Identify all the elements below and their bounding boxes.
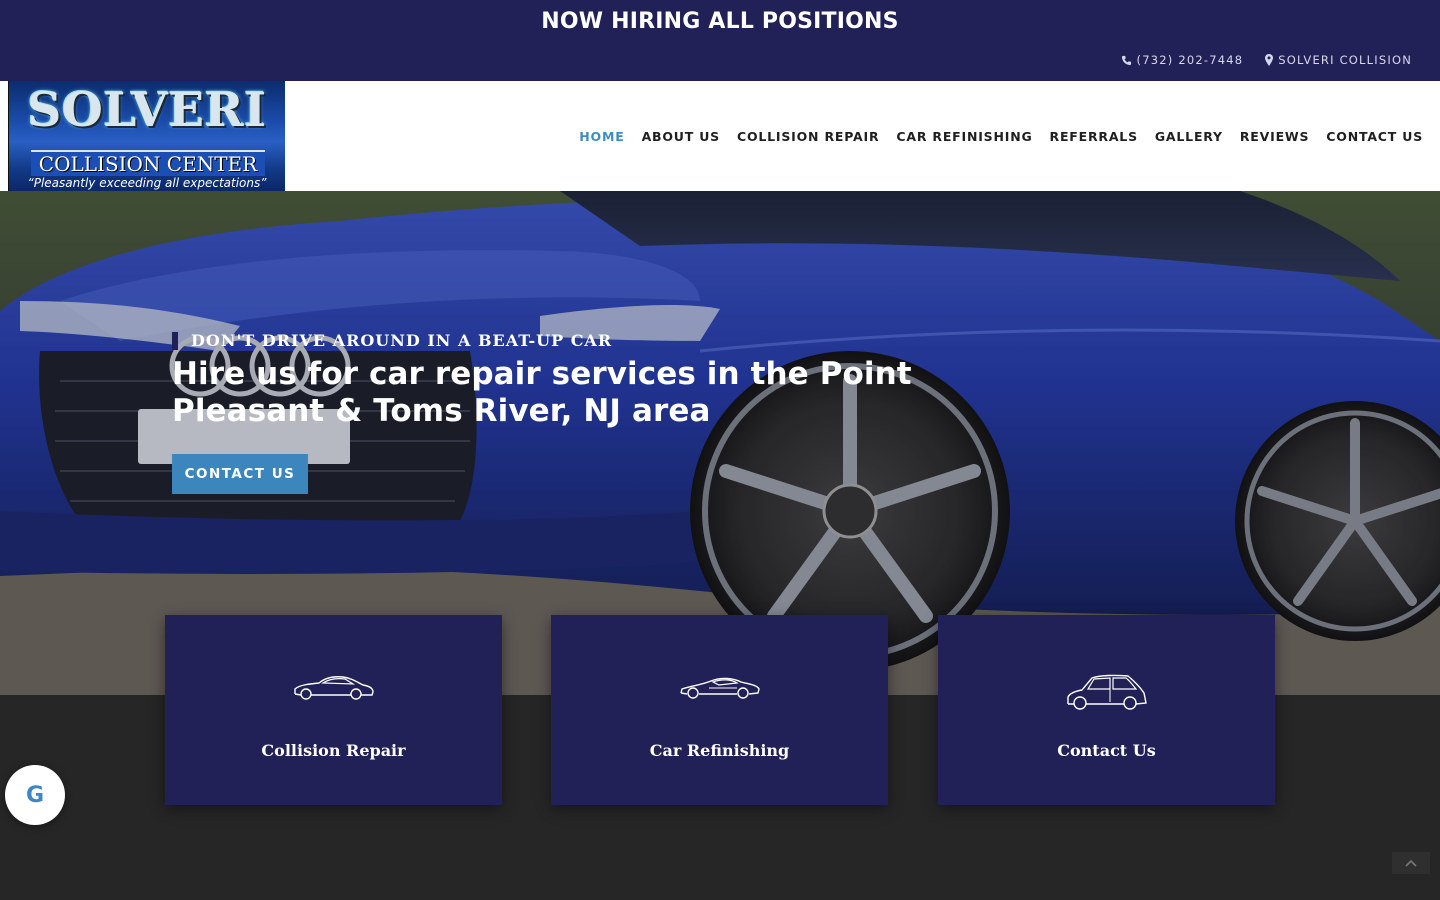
sports-car-icon [293,676,374,700]
card-contact-us[interactable]: Contact Us [938,615,1275,805]
card-label: Contact Us [1057,741,1156,760]
card-collision-repair[interactable]: Collision Repair [165,615,502,805]
location-name: SOLVERI COLLISION [1278,53,1412,67]
hero-contact-button[interactable]: CONTACT US [172,454,308,494]
logo-tagline: “Pleasantly exceeding all expectations” [27,176,267,190]
google-icon: G [25,782,45,808]
nav-about-us[interactable]: ABOUT US [642,129,720,144]
top-banner: NOW HIRING ALL POSITIONS (732) 202-7448 … [0,0,1440,81]
phone-number: (732) 202-7448 [1136,53,1244,67]
chevron-up-icon [1405,859,1417,867]
hero-kicker-text: DON'T DRIVE AROUND IN A BEAT-UP CAR [191,331,613,350]
logo-title: SOLVERI [27,83,267,138]
site-header: SOLVERI COLLISION CENTER “Pleasantly exc… [0,81,1440,191]
hatchback-car-icon [1066,674,1147,710]
hiring-banner-text[interactable]: NOW HIRING ALL POSITIONS [0,9,1440,34]
google-reviews-badge[interactable]: G [5,765,65,825]
card-car-refinishing[interactable]: Car Refinishing [551,615,888,805]
main-nav: HOME ABOUT US COLLISION REPAIR CAR REFIN… [579,81,1423,191]
phone-link[interactable]: (732) 202-7448 [1121,53,1244,67]
logo-subtitle: COLLISION CENTER [31,150,265,176]
hero-headline: Hire us for car repair services in the P… [172,356,912,429]
card-label: Collision Repair [261,741,406,760]
nav-referrals[interactable]: REFERRALS [1050,129,1138,144]
nav-home[interactable]: HOME [579,129,624,144]
map-pin-icon [1265,54,1274,66]
nav-reviews[interactable]: REVIEWS [1240,129,1309,144]
scroll-to-top-button[interactable] [1392,852,1430,874]
nav-contact-us[interactable]: CONTACT US [1326,129,1423,144]
phone-icon [1121,55,1131,65]
site-logo[interactable]: SOLVERI COLLISION CENTER “Pleasantly exc… [8,81,285,191]
kicker-accent-bar [172,331,178,350]
location-link[interactable]: SOLVERI COLLISION [1265,53,1412,67]
top-contact-info: (732) 202-7448 SOLVERI COLLISION [1121,53,1412,67]
supercar-icon [679,677,760,699]
nav-collision-repair[interactable]: COLLISION REPAIR [737,129,879,144]
nav-car-refinishing[interactable]: CAR REFINISHING [896,129,1032,144]
nav-gallery[interactable]: GALLERY [1155,129,1223,144]
hero-kicker: DON'T DRIVE AROUND IN A BEAT-UP CAR [172,331,612,350]
card-label: Car Refinishing [649,741,790,760]
